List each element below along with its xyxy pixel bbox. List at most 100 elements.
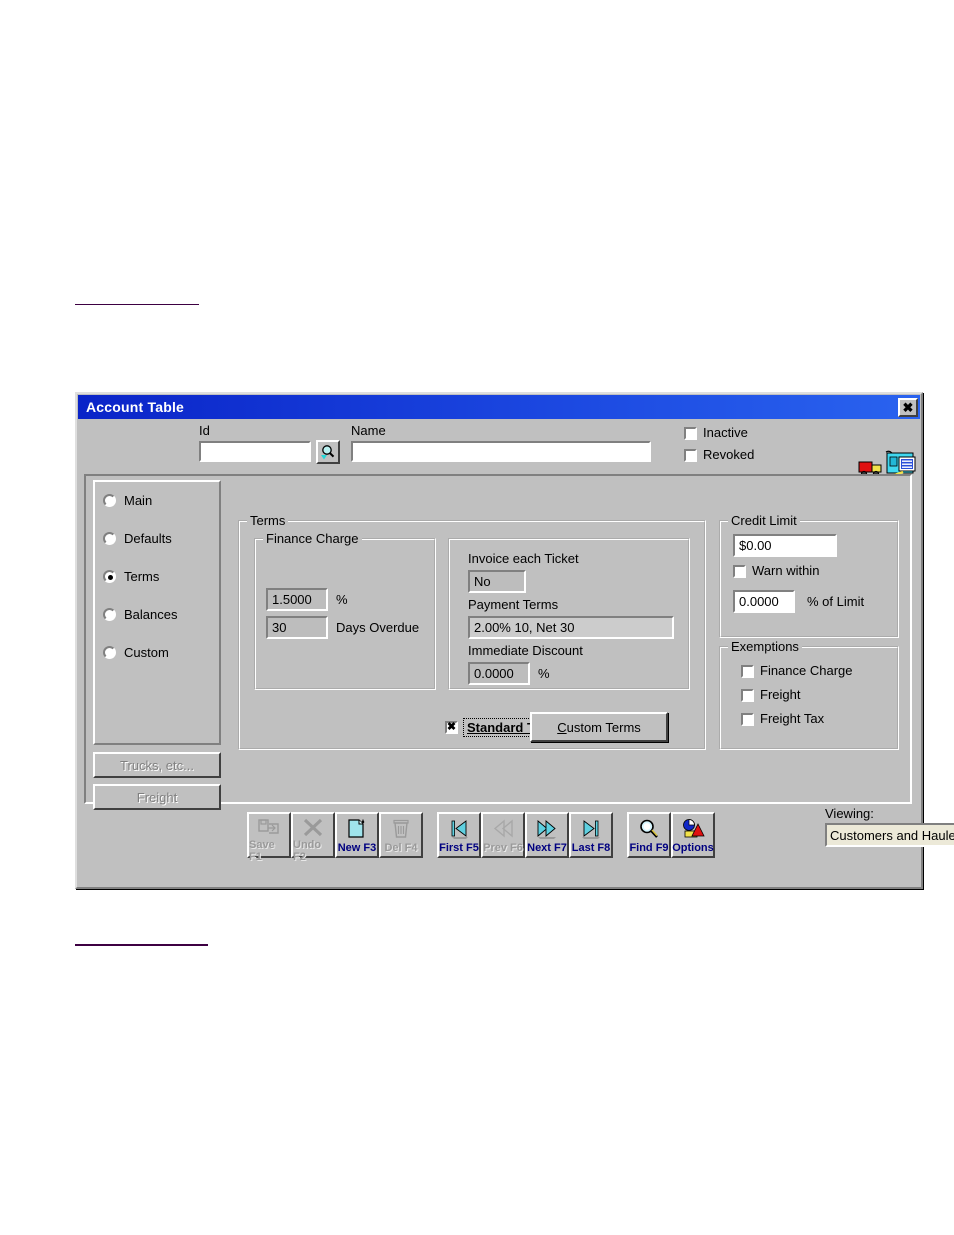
header-strip: Id Name Inactive Revoked (82, 420, 916, 481)
toolbar-label: New F3 (337, 842, 377, 854)
id-find-button[interactable] (316, 440, 340, 464)
checkbox-box (741, 688, 754, 702)
viewing-label: Viewing: (825, 806, 874, 821)
sidebar-item-terms[interactable]: Terms (103, 566, 219, 586)
exemption-freight-checkbox[interactable]: Freight (741, 688, 800, 702)
finance-charge-days-label: Days Overdue (336, 620, 420, 635)
toolbar-label: Next F7 (527, 842, 567, 854)
viewing-dropdown[interactable]: Customers and Haulers ▼ (825, 823, 954, 847)
viewing-section: Viewing: Customers and Haulers ▼ (825, 806, 954, 847)
sidebar-item-label: Custom (124, 644, 169, 660)
trucks-etc-button[interactable]: Trucks, etc... (93, 752, 221, 778)
id-input[interactable] (199, 441, 311, 462)
last-arrow-icon (579, 817, 603, 841)
sidebar-item-label: Defaults (124, 530, 172, 546)
magnifier-icon (321, 445, 335, 460)
custom-terms-button[interactable]: Custom Terms (530, 712, 668, 742)
invoice-each-ticket-value[interactable]: No (468, 570, 526, 593)
credit-limit-group: Credit Limit $0.00 Warn within 0.0000 % … (719, 514, 899, 638)
checkbox-box (684, 448, 697, 462)
next-button[interactable]: Next F7 (525, 812, 569, 858)
revoked-checkbox[interactable]: Revoked (684, 448, 754, 462)
inactive-label: Inactive (703, 425, 748, 440)
bottom-toolbar: Save F1 Undo F2 New F3 Del F4 First F5 P… (247, 812, 715, 863)
radio-icon (103, 645, 116, 659)
toolbar-label: Prev F6 (483, 842, 523, 854)
checkbox-box-checked: ✖ (445, 721, 458, 734)
last-button[interactable]: Last F8 (569, 812, 613, 858)
credit-limit-amount-input[interactable]: $0.00 (733, 534, 837, 557)
sidebar-item-custom[interactable]: Custom (103, 642, 219, 662)
finance-charge-rate-unit: % (336, 592, 348, 607)
immediate-discount-unit: % (538, 666, 550, 681)
toolbar-label: Last F8 (571, 842, 611, 854)
delete-button[interactable]: Del F4 (379, 812, 423, 858)
immediate-discount-label: Immediate Discount (468, 643, 583, 658)
prev-button[interactable]: Prev F6 (481, 812, 525, 858)
payment-terms-label: Payment Terms (468, 597, 559, 612)
finance-charge-rate-input[interactable]: 1.5000 (266, 588, 328, 611)
close-icon[interactable]: ✖ (898, 397, 918, 417)
exemption-label: Finance Charge (760, 663, 853, 678)
radio-icon (103, 607, 116, 621)
exemption-finance-charge-checkbox[interactable]: Finance Charge (741, 664, 853, 678)
new-button[interactable]: New F3 (335, 812, 379, 858)
sidebar-item-defaults[interactable]: Defaults (103, 528, 219, 548)
new-page-icon (345, 817, 369, 841)
purple-rule-top (75, 304, 199, 305)
first-button[interactable]: First F5 (437, 812, 481, 858)
undo-x-icon (301, 817, 325, 839)
account-table-dialog: Account Table ✖ Id Name Inactive Revoked (75, 392, 954, 889)
save-button[interactable]: Save F1 (247, 812, 291, 863)
id-label: Id (199, 423, 210, 438)
checkbox-box (733, 564, 746, 578)
immediate-discount-value[interactable]: 0.0000 (468, 662, 530, 685)
finance-charge-days-input[interactable]: 30 (266, 616, 328, 639)
sidebar-item-label: Main (124, 492, 153, 508)
first-arrow-icon (447, 817, 471, 841)
save-icon (257, 817, 281, 839)
freight-button[interactable]: Freight (93, 784, 221, 810)
purple-rule-bottom (75, 944, 208, 946)
toolbar-label: Save F1 (249, 839, 275, 863)
undo-button[interactable]: Undo F2 (291, 812, 335, 863)
sidebar-item-main[interactable]: Main (103, 490, 219, 510)
window-title: Account Table (86, 399, 185, 415)
viewing-value: Customers and Haulers (830, 827, 954, 843)
nav-panel: Main Defaults Terms Balances Custom (93, 480, 221, 745)
trash-icon (389, 817, 413, 841)
credit-limit-percent-input[interactable]: 0.0000 (733, 590, 795, 613)
checkbox-box (741, 664, 754, 678)
invoice-group: Invoice each Ticket No Payment Terms 2.0… (448, 538, 690, 690)
terms-group-legend: Terms (247, 514, 289, 527)
inactive-checkbox[interactable]: Inactive (684, 426, 748, 440)
client-panel: Main Defaults Terms Balances Custom Truc… (84, 474, 912, 810)
exemptions-legend: Exemptions (728, 640, 802, 653)
warn-within-checkbox[interactable]: Warn within (733, 564, 819, 578)
toolbar-label: First F5 (439, 842, 479, 854)
terms-group: Terms Finance Charge 1.5000 % 30 Days Ov… (238, 514, 706, 750)
toolbar-label: Del F4 (384, 842, 418, 854)
title-bar[interactable]: Account Table ✖ (78, 395, 920, 419)
radio-icon (103, 493, 116, 507)
magnifier-icon (637, 817, 661, 841)
prev-arrow-icon (491, 817, 515, 841)
find-button[interactable]: Find F9 (627, 812, 671, 858)
finance-charge-legend: Finance Charge (263, 532, 362, 545)
warn-within-label: Warn within (752, 563, 820, 578)
revoked-label: Revoked (703, 447, 755, 462)
name-input[interactable] (351, 441, 651, 462)
sidebar-item-balances[interactable]: Balances (103, 604, 219, 624)
payment-terms-value[interactable]: 2.00% 10, Net 30 (468, 616, 674, 639)
exemption-label: Freight Tax (760, 711, 825, 726)
exemption-freight-tax-checkbox[interactable]: Freight Tax (741, 712, 824, 726)
next-arrow-icon (535, 817, 559, 841)
radio-icon-selected (103, 569, 116, 583)
credit-limit-legend: Credit Limit (728, 514, 800, 527)
checkbox-box (741, 712, 754, 726)
finance-charge-group: Finance Charge 1.5000 % 30 Days Overdue (254, 532, 436, 690)
radio-icon (103, 531, 116, 545)
options-button[interactable]: Options (671, 812, 715, 858)
toolbar-label: Options (672, 842, 714, 854)
nav-buttons: Trucks, etc... Freight (93, 752, 221, 816)
